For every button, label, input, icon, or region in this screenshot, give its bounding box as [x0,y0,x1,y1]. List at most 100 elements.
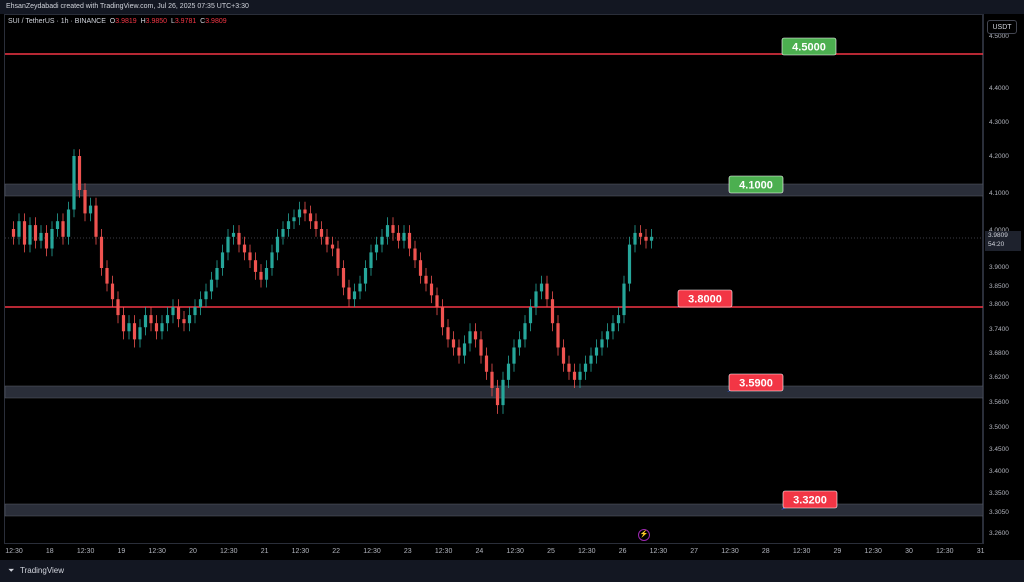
candle-body [407,232,412,249]
candle-body [77,156,82,190]
candle-body [528,307,533,324]
time-tick-label: 18 [45,548,54,555]
candle-body [253,260,258,272]
candle-body [44,232,49,249]
candle-body [237,232,241,245]
candle-body [583,363,588,372]
candle-body [611,323,615,332]
candle-body [270,252,274,268]
candle-body [336,248,340,268]
price-tick-label: 4.1000 [989,190,1009,197]
time-tick-label: 23 [403,548,412,555]
price-tick-label: 4.4000 [989,85,1009,92]
time-tick-label: 12:30 [936,548,954,555]
time-tick-label: 19 [117,548,126,555]
candle-body [138,327,142,340]
candle-body [259,271,263,280]
support-zone [4,385,984,399]
price-tick-label: 3.9000 [989,264,1009,271]
price-tick-label: 3.2600 [989,530,1009,537]
price-tick-label: 3.5000 [989,424,1009,431]
brand-name[interactable]: TradingView [20,560,64,582]
candle-body [517,339,522,348]
price-tick-label: 4.3000 [989,119,1009,126]
time-tick-label: 28 [761,548,770,555]
price-tick-label: 3.4000 [989,468,1009,475]
candle-body [55,221,60,229]
time-tick-label: 25 [547,548,555,555]
time-tick-label: 31 [976,548,985,555]
price-tick-label: 4.2000 [989,153,1009,160]
candle-body [501,379,505,406]
candle-body [171,307,175,316]
candle-body [226,236,230,253]
candle-body [556,323,560,348]
currency-button[interactable]: USDT [987,20,1017,34]
price-axis[interactable]: 4.50004.40004.30004.20004.10004.00003.90… [983,14,1024,544]
countdown-value: 54:20 [988,241,1005,248]
candle-body [330,244,335,249]
candle-body [94,205,98,237]
candle-body [242,244,247,253]
candle-body [160,323,164,332]
candle-body [61,221,65,237]
candle-body [88,205,93,214]
symbol-name: SUI / TetherUS · 1h · BINANCE [8,18,106,25]
candle-body [303,209,307,214]
price-tick-label: 3.7400 [989,326,1009,333]
level-tag: 4.5000 [780,37,837,56]
candle-body [462,343,467,356]
candle-body [176,307,181,320]
candle-body [633,232,637,245]
candle-body [264,268,269,280]
time-tick-label: 22 [332,548,341,555]
flash-icon[interactable]: ⚡ [638,529,650,541]
candle-body [50,229,54,249]
candle-body [605,331,610,340]
time-tick-label: 12:30 [5,548,23,555]
open-value: 3.9819 [115,18,137,25]
low-value: 3.9781 [174,18,197,25]
candle-body [622,283,626,316]
candle-body [116,299,120,316]
candle-body [231,232,236,237]
candle-body [165,315,170,324]
candle-body [413,248,417,261]
high-value: 3.9850 [145,18,168,25]
candle-body [358,283,362,292]
time-tick-label: 12:30 [506,548,524,555]
candle-body [550,299,555,324]
candle-body [319,229,324,237]
candlestick-chart[interactable]: 4.5000 4.1000 3.8000 3.5900 3.3200 [0,0,1024,582]
price-tick-label: 3.6200 [989,374,1009,381]
candle-body [28,225,32,245]
candle-body [308,213,313,222]
price-tick-label: 3.8000 [989,301,1009,308]
candle-body [193,307,197,316]
time-axis[interactable]: 12:30 18 12:30 19 12:30 20 12:30 21 12:30 22 12:30… [0,544,985,560]
level-tag-label: 4.1000 [739,180,773,192]
candle-body [83,190,87,214]
candle-body [578,371,582,380]
candle-body [534,291,538,307]
price-tick-label: 3.5600 [989,399,1009,406]
symbol-legend: SUI / TetherUS · 1h · BINANCE O3.9819 H3… [8,18,227,25]
tradingview-logo-icon[interactable]: ⏷ [8,560,14,582]
candle-body [451,339,456,348]
time-tick-label: 12:30 [434,548,453,555]
candle-body [187,315,192,324]
price-tick-label: 3.4500 [989,446,1009,453]
price-tick-label: 3.3050 [989,509,1009,516]
candle-body [561,347,566,364]
candle-body [314,221,318,229]
price-tick-label: 3.6800 [989,350,1009,357]
candle-body [385,225,390,237]
level-tag: 4.1000 [728,175,784,194]
candle-body [39,232,43,241]
candle-body [72,156,76,210]
candle-body [589,355,593,364]
candle-body [429,283,434,296]
candle-body [22,221,27,245]
candle-body [17,221,21,237]
time-tick-label: 12:30 [220,548,238,555]
